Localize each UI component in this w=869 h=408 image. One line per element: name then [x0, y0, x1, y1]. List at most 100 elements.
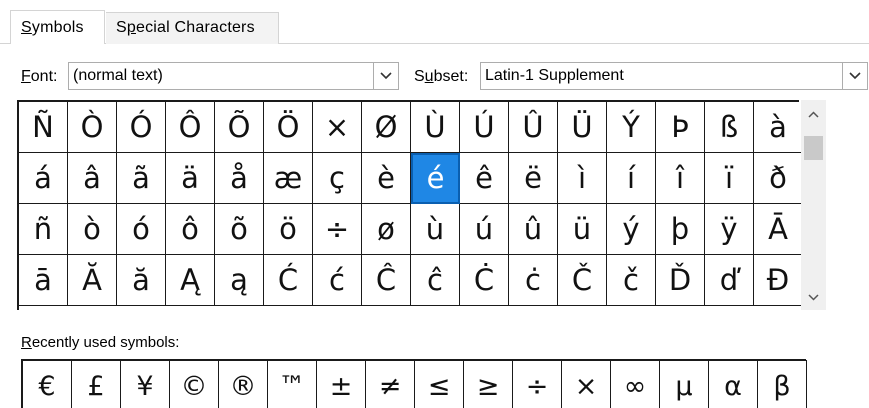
symbol-cell[interactable]: Ĉ — [362, 255, 411, 306]
symbol-cell[interactable]: ô — [166, 204, 215, 255]
symbol-cell[interactable]: ñ — [19, 204, 68, 255]
symbol-cell[interactable]: č — [607, 255, 656, 306]
symbol-cell[interactable]: ß — [705, 102, 754, 153]
symbol-cell[interactable]: Ċ — [460, 255, 509, 306]
recent-symbol-cell[interactable]: € — [23, 360, 72, 408]
symbol-cell[interactable]: Þ — [656, 102, 705, 153]
symbol-cell[interactable]: ø — [362, 204, 411, 255]
chevron-down-icon — [380, 72, 392, 80]
symbol-cell[interactable]: è — [362, 153, 411, 204]
symbol-cell[interactable]: Ý — [607, 102, 656, 153]
symbol-cell[interactable]: å — [215, 153, 264, 204]
scroll-thumb[interactable] — [804, 136, 823, 160]
symbol-cell[interactable]: á — [19, 153, 68, 204]
symbol-cell[interactable]: Ò — [68, 102, 117, 153]
recent-symbol-cell[interactable]: ÷ — [513, 360, 562, 408]
symbol-cell[interactable]: â — [68, 153, 117, 204]
font-value: (normal text) — [73, 67, 163, 84]
symbol-cell[interactable]: õ — [215, 204, 264, 255]
symbol-cell[interactable]: ö — [264, 204, 313, 255]
symbol-cell[interactable]: × — [313, 102, 362, 153]
font-label: Font: — [21, 68, 58, 85]
symbol-cell[interactable]: Ü — [558, 102, 607, 153]
symbol-cell[interactable]: Ă — [68, 255, 117, 306]
symbol-cell[interactable]: û — [509, 204, 558, 255]
symbol-cell[interactable]: ÿ — [705, 204, 754, 255]
symbol-cell[interactable]: æ — [264, 153, 313, 204]
symbol-cell[interactable]: Č — [558, 255, 607, 306]
tab-symbols-label: Symbols — [21, 19, 84, 36]
font-dropdown-button[interactable] — [373, 63, 398, 89]
subset-dropdown-button[interactable] — [842, 63, 867, 89]
symbol-cell[interactable]: ì — [558, 153, 607, 204]
tab-symbols[interactable]: Symbols — [10, 10, 105, 44]
symbol-cell[interactable]: é — [411, 153, 460, 204]
subset-dropdown[interactable]: Latin-1 Supplement — [480, 62, 868, 90]
scroll-down-arrow-icon — [808, 294, 819, 301]
recent-symbol-cell[interactable]: ∞ — [611, 360, 660, 408]
symbol-cell[interactable]: ã — [117, 153, 166, 204]
symbol-cell[interactable]: ă — [117, 255, 166, 306]
symbol-cell[interactable]: ċ — [509, 255, 558, 306]
symbol-cell[interactable]: î — [656, 153, 705, 204]
recent-symbol-cell[interactable]: ® — [219, 360, 268, 408]
symbol-cell[interactable]: ć — [313, 255, 362, 306]
scroll-down-button[interactable] — [801, 285, 826, 310]
symbol-cell[interactable]: Ć — [264, 255, 313, 306]
symbol-cell[interactable]: Ď — [656, 255, 705, 306]
symbol-cell[interactable]: Ù — [411, 102, 460, 153]
symbol-cell[interactable]: Ö — [264, 102, 313, 153]
symbol-cell[interactable]: ÷ — [313, 204, 362, 255]
symbol-cell[interactable]: Ñ — [19, 102, 68, 153]
symbol-cell[interactable]: ä — [166, 153, 215, 204]
symbol-cell[interactable]: ò — [68, 204, 117, 255]
recent-symbol-cell[interactable]: β — [758, 360, 807, 408]
recent-symbol-cell[interactable]: ≤ — [415, 360, 464, 408]
symbol-cell[interactable]: ê — [460, 153, 509, 204]
symbol-cell[interactable]: ð — [754, 153, 803, 204]
symbol-cell[interactable]: ď — [705, 255, 754, 306]
scroll-up-button[interactable] — [801, 102, 826, 127]
symbol-cell[interactable]: ą — [215, 255, 264, 306]
symbol-cell[interactable]: ó — [117, 204, 166, 255]
symbol-cell[interactable]: Õ — [215, 102, 264, 153]
recent-symbol-cell[interactable]: × — [562, 360, 611, 408]
symbol-cell[interactable]: ï — [705, 153, 754, 204]
symbol-cell[interactable]: Ø — [362, 102, 411, 153]
recent-symbol-cell[interactable]: ≥ — [464, 360, 513, 408]
symbol-cell[interactable]: Ą — [166, 255, 215, 306]
symbol-cell[interactable]: ý — [607, 204, 656, 255]
symbol-cell[interactable]: ü — [558, 204, 607, 255]
symbol-cell[interactable]: ĉ — [411, 255, 460, 306]
symbol-cell[interactable]: í — [607, 153, 656, 204]
recent-symbol-cell[interactable]: µ — [660, 360, 709, 408]
font-dropdown[interactable]: (normal text) — [68, 62, 399, 90]
tab-strip: Symbols Special Characters — [0, 0, 869, 44]
symbol-cell[interactable]: Ô — [166, 102, 215, 153]
recent-symbol-cell[interactable]: ¥ — [121, 360, 170, 408]
recent-symbol-cell[interactable]: ≠ — [366, 360, 415, 408]
recent-symbol-cell[interactable]: © — [170, 360, 219, 408]
symbol-grid-scrollbar[interactable] — [801, 100, 826, 310]
recent-symbols-label: Recently used symbols: — [21, 334, 180, 351]
symbol-cell[interactable]: ù — [411, 204, 460, 255]
symbol-cell[interactable]: Û — [509, 102, 558, 153]
symbol-cell[interactable]: ú — [460, 204, 509, 255]
recent-symbol-cell[interactable]: ± — [317, 360, 366, 408]
tab-special-characters[interactable]: Special Characters — [106, 12, 279, 44]
recent-symbol-cell[interactable]: £ — [72, 360, 121, 408]
symbol-cell[interactable]: Ó — [117, 102, 166, 153]
symbol-cell[interactable]: ç — [313, 153, 362, 204]
symbol-cell[interactable]: Đ — [754, 255, 803, 306]
symbol-cell[interactable]: ë — [509, 153, 558, 204]
symbol-grid: Ñ Ò Ó Ô Õ Ö × Ø Ù Ú Û Ü Ý Þß à á â ã ä å æ ç è é ê ë ì í î ï ð ñ ò ó ô õ ö ÷ ø… — [17, 100, 803, 310]
symbol-cell[interactable]: Ú — [460, 102, 509, 153]
symbol-cell[interactable]: ā — [19, 255, 68, 306]
symbol-cell[interactable]: à — [754, 102, 803, 153]
symbol-dialog: Symbols Special Characters Font: (normal… — [0, 0, 869, 408]
symbol-cell[interactable]: þ — [656, 204, 705, 255]
scroll-up-arrow-icon — [808, 111, 819, 118]
symbol-cell[interactable]: Ā — [754, 204, 803, 255]
recent-symbol-cell[interactable]: ™ — [268, 360, 317, 408]
recent-symbol-cell[interactable]: α — [709, 360, 758, 408]
